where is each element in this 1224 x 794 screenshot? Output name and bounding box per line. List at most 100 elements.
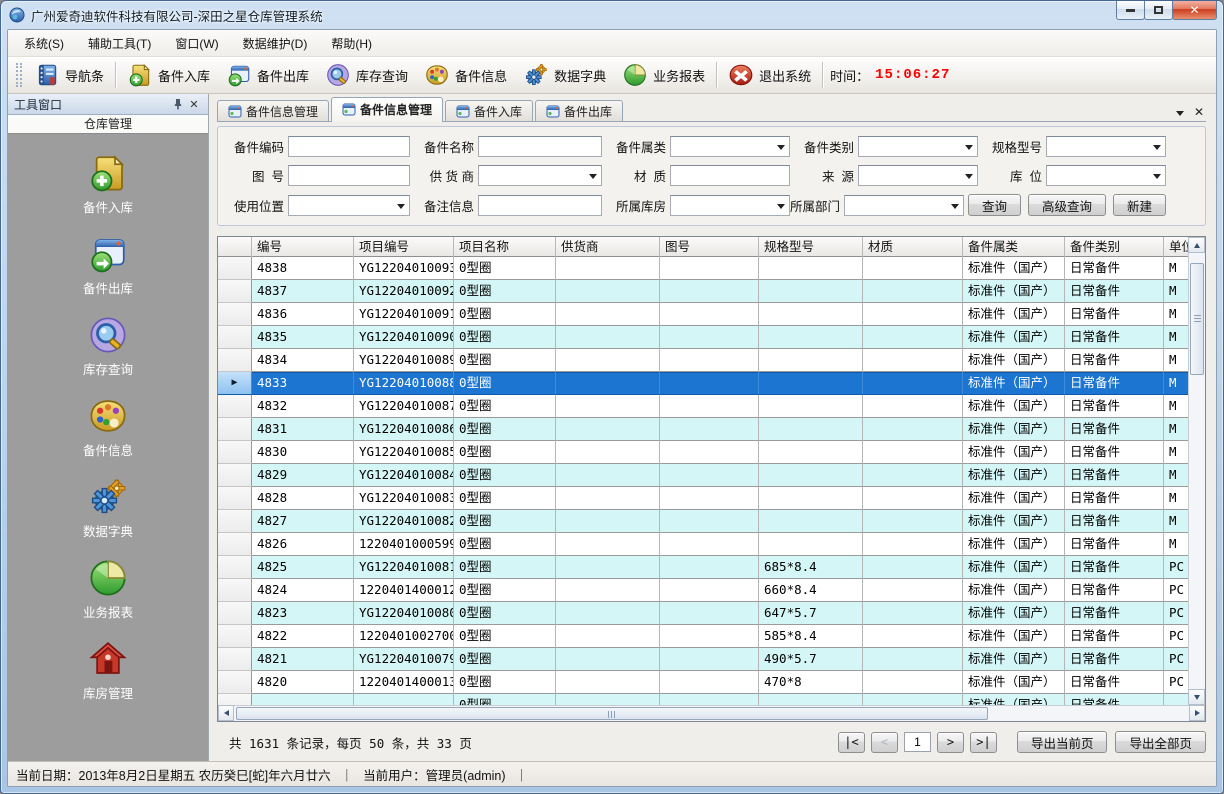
menu-system[interactable]: 系统(S) [12, 31, 76, 56]
next-page-button[interactable]: > [937, 732, 964, 753]
row-selector-cell[interactable] [218, 418, 252, 441]
row-selector-cell[interactable] [218, 487, 252, 510]
tab-close-button[interactable]: ✕ [1194, 107, 1204, 117]
table-row[interactable]: 4829YG122040100840型圈标准件（国产）日常备件M [218, 464, 1190, 487]
table-row[interactable]: 4837YG122040100920型圈标准件（国产）日常备件M [218, 280, 1190, 303]
column-header-category[interactable]: 备件属类 [963, 237, 1065, 257]
maximize-button[interactable] [1144, 1, 1173, 20]
toolbar-exit-button[interactable]: 退出系统 [720, 59, 819, 91]
page-number-input[interactable] [904, 732, 931, 752]
column-header-supplier[interactable]: 供货商 [556, 237, 660, 257]
table-row[interactable]: 482212204010027000型圈585*8.4标准件（国产）日常备件PC [218, 625, 1190, 648]
menu-window[interactable]: 窗口(W) [163, 31, 230, 56]
minimize-button[interactable] [1116, 1, 1145, 20]
supplier-select[interactable] [478, 165, 602, 186]
tab-parts-info-mgmt-2-active[interactable]: 备件信息管理 [331, 97, 443, 121]
table-row[interactable]: 4830YG122040100850型圈标准件（国产）日常备件M [218, 441, 1190, 464]
table-row[interactable]: 4836YG122040100910型圈标准件（国产）日常备件M [218, 303, 1190, 326]
export-all-pages-button[interactable]: 导出全部页 [1115, 731, 1206, 753]
sidebar-item-data-dictionary[interactable]: 数据字典 [83, 476, 133, 540]
toolbar-inventory-query-button[interactable]: 库存查询 [317, 59, 416, 91]
part-name-input[interactable] [478, 136, 602, 157]
row-selector-cell[interactable] [218, 280, 252, 303]
table-row[interactable]: 4835YG122040100900型圈标准件（国产）日常备件M [218, 326, 1190, 349]
toolbar-data-dictionary-button[interactable]: 数据字典 [515, 59, 614, 91]
new-button[interactable]: 新建 [1113, 194, 1166, 216]
export-current-page-button[interactable]: 导出当前页 [1017, 731, 1108, 753]
sidebar-item-parts-inbound[interactable]: 备件入库 [83, 152, 133, 216]
sidebar-item-business-report[interactable]: 业务报表 [83, 557, 133, 621]
row-selector-cell[interactable] [218, 648, 252, 671]
remark-input[interactable] [478, 195, 602, 216]
row-selector-cell[interactable] [218, 441, 252, 464]
usage-position-select[interactable] [288, 195, 410, 216]
spec-select[interactable] [1046, 136, 1166, 157]
part-class-select[interactable] [670, 136, 790, 157]
table-row[interactable]: 4831YG122040100860型圈标准件（国产）日常备件M [218, 418, 1190, 441]
scroll-right-button[interactable] [1189, 705, 1205, 721]
drawing-no-input[interactable] [288, 165, 410, 186]
menu-aux-tools[interactable]: 辅助工具(T) [76, 31, 163, 56]
column-header-material[interactable]: 材质 [863, 237, 963, 257]
table-row[interactable]: 4832YG122040100870型圈标准件（国产）日常备件M [218, 395, 1190, 418]
row-selector-cell[interactable] [218, 349, 252, 372]
row-selector-cell[interactable] [218, 257, 252, 280]
table-row[interactable]: 4838YG122040100930型圈标准件（国产）日常备件M [218, 257, 1190, 280]
table-row[interactable]: 482012204014000130型圈470*8标准件（国产）日常备件PC [218, 671, 1190, 694]
tool-window-close-button[interactable]: ✕ [186, 97, 202, 112]
table-row[interactable]: 482612204010005990型圈标准件（国产）日常备件M [218, 533, 1190, 556]
row-selector-cell[interactable]: ▶ [218, 372, 252, 395]
first-page-button[interactable]: |< [838, 732, 865, 753]
column-header-spec[interactable]: 规格型号 [759, 237, 863, 257]
row-selector-cell[interactable] [218, 303, 252, 326]
toolbar-parts-inbound-button[interactable]: 备件入库 [119, 59, 218, 91]
row-selector-cell[interactable] [218, 556, 252, 579]
table-row[interactable]: 4827YG122040100820型圈标准件（国产）日常备件M [218, 510, 1190, 533]
table-row[interactable]: 4823YG122040100800型圈647*5.7标准件（国产）日常备件PC [218, 602, 1190, 625]
sidebar-item-inventory-query[interactable]: 库存查询 [83, 314, 133, 378]
row-selector-cell[interactable] [218, 510, 252, 533]
column-header-unit[interactable]: 单位 [1164, 237, 1190, 257]
close-button[interactable]: ✕ [1172, 1, 1217, 20]
part-code-input[interactable] [288, 136, 410, 157]
column-header-project-no[interactable]: 项目编号 [354, 237, 454, 257]
last-page-button[interactable]: >| [970, 732, 997, 753]
table-row[interactable]: 4821YG122040100790型圈490*5.7标准件（国产）日常备件PC [218, 648, 1190, 671]
row-selector-cell[interactable] [218, 464, 252, 487]
title-bar[interactable]: 广州爱奇迪软件科技有限公司-深田之星仓库管理系统 ✕ [1, 1, 1223, 29]
toolbar-grip[interactable] [16, 63, 22, 87]
menu-data-maintenance[interactable]: 数据维护(D) [231, 31, 320, 56]
toolbar-business-report-button[interactable]: 业务报表 [614, 59, 713, 91]
scroll-up-button[interactable] [1188, 237, 1205, 253]
tab-list-dropdown-button[interactable] [1176, 107, 1184, 117]
toolbar-navbar-button[interactable]: 导航条 [26, 59, 112, 91]
vertical-scrollbar[interactable] [1188, 237, 1205, 705]
tab-parts-info-mgmt-1[interactable]: 备件信息管理 [217, 100, 329, 121]
toolbar-parts-outbound-button[interactable]: 备件出库 [218, 59, 317, 91]
sidebar-item-warehouse-room-mgmt[interactable]: 库房管理 [83, 638, 133, 702]
row-selector-cell[interactable] [218, 671, 252, 694]
tab-parts-outbound[interactable]: 备件出库 [535, 100, 623, 121]
toolbar-parts-info-button[interactable]: 备件信息 [416, 59, 515, 91]
location-select[interactable] [1046, 165, 1166, 186]
table-row[interactable]: ▶4833YG122040100880型圈标准件（国产）日常备件M [218, 372, 1190, 395]
table-row[interactable]: 4825YG122040100810型圈685*8.4标准件（国产）日常备件PC [218, 556, 1190, 579]
scroll-left-button[interactable] [218, 705, 234, 721]
advanced-query-button[interactable]: 高级查询 [1028, 194, 1106, 216]
table-row[interactable]: 4834YG122040100890型圈标准件（国产）日常备件M [218, 349, 1190, 372]
column-header-project-name[interactable]: 项目名称 [454, 237, 556, 257]
row-selector-cell[interactable] [218, 602, 252, 625]
sidebar-section-warehouse-mgmt[interactable]: 仓库管理 [8, 115, 208, 134]
row-selector-cell[interactable] [218, 326, 252, 349]
query-button[interactable]: 查询 [968, 194, 1021, 216]
part-type-select[interactable] [858, 136, 978, 157]
table-row[interactable]: 482412204014000120型圈660*8.4标准件（国产）日常备件PC [218, 579, 1190, 602]
horizontal-scroll-thumb[interactable] [236, 707, 988, 720]
table-row[interactable]: 4828YG122040100830型圈标准件（国产）日常备件M [218, 487, 1190, 510]
row-selector-cell[interactable] [218, 533, 252, 556]
prev-page-button[interactable]: < [871, 732, 898, 753]
row-selector-cell[interactable] [218, 395, 252, 418]
sidebar-item-parts-info[interactable]: 备件信息 [83, 395, 133, 459]
source-select[interactable] [858, 165, 978, 186]
tab-parts-inbound[interactable]: 备件入库 [445, 100, 533, 121]
